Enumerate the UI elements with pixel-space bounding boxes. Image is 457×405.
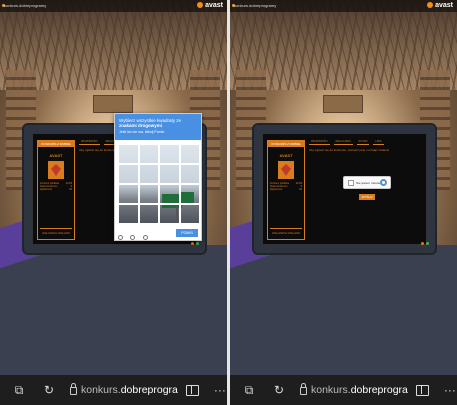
reload-icon[interactable]: ↻ [272, 383, 286, 397]
tablet-screen: KONKURS Z DOBRE AVAST Konkurs publikka 21… [262, 133, 427, 245]
captcha-image-grid[interactable] [118, 144, 200, 224]
tab-wiadomosci[interactable]: WIADOMOŚCI [309, 140, 330, 145]
indicator-dot [426, 242, 429, 245]
reload-icon[interactable]: ↻ [42, 383, 56, 397]
captcha-subtitle: Jeśli ich nie ma, kliknij Pomiń [119, 130, 165, 134]
tab-linki[interactable]: LINKI [373, 140, 384, 145]
captcha-tile[interactable] [159, 204, 180, 224]
captcha-instruction: Wybierz wszystkie kwadraty ze znakami dr… [119, 118, 197, 128]
tabs-icon[interactable]: ⧉ [242, 383, 256, 397]
avast-text: avast [205, 2, 223, 9]
captcha-tile[interactable] [138, 144, 159, 164]
device-indicators [419, 232, 429, 250]
sidebar-logo-text: AVAST [279, 153, 293, 158]
lock-icon [300, 383, 307, 395]
url-domain: dobreprogra [120, 384, 178, 396]
sidebar-title: KONKURS Z DOBRE [268, 141, 304, 147]
avast-text: avast [435, 2, 453, 9]
captcha-tile[interactable] [179, 164, 200, 184]
intro-text: Aby zgłosić się do konkursu, zaznacz pol… [309, 148, 390, 152]
captcha-tile[interactable] [179, 204, 200, 224]
browser-toolbar: ⧉ ↻ konkurs. dobreprogra ··· [0, 375, 227, 405]
zgloszenie-button[interactable]: ZGŁASZAJ ZGŁASZ [40, 228, 72, 235]
info-icon[interactable] [142, 235, 148, 241]
captcha-tile[interactable] [159, 184, 180, 204]
tabs-icon[interactable]: ⧉ [12, 383, 26, 397]
captcha-tile[interactable] [118, 184, 139, 204]
avast-logo: avast [197, 2, 223, 9]
stat-label: Zgłoszenie [40, 188, 53, 191]
captcha-skip-button[interactable]: POMIŃ [176, 229, 198, 237]
url-prefix: konkurs. [81, 384, 121, 396]
captcha-tile[interactable] [118, 144, 139, 164]
page-header: konkurs.dobreprogramy avast [230, 0, 457, 12]
browser-toolbar: ⧉ ↻ konkurs. dobreprogra ··· [230, 375, 457, 405]
captcha-tile[interactable] [138, 164, 159, 184]
stat-row: Zgłoszenie 84 [38, 188, 74, 191]
recaptcha-checkbox[interactable] [348, 180, 354, 186]
site-name: konkurs.dobreprogramy [4, 3, 47, 8]
more-icon[interactable]: ··· [443, 383, 457, 397]
stat-value: 84 [299, 188, 302, 191]
game-sidebar: KONKURS Z DOBRE AVAST Konkurs publikka 21… [267, 140, 305, 240]
tab-regulamin[interactable]: REGULAMIN [333, 140, 353, 145]
tablet-device: KONKURS Z DOBRE AVAST Konkurs publikka 21… [252, 123, 437, 255]
address-bar[interactable]: konkurs. dobreprogra [300, 383, 408, 396]
page-header: konkurs.dobreprogramy avast [0, 0, 227, 12]
captcha-footer: POMIŃ [118, 229, 198, 241]
captcha-tile[interactable] [138, 184, 159, 204]
more-icon[interactable]: ··· [213, 383, 227, 397]
zgloszenie-button[interactable]: ZGŁASZAJ ZGŁASZ [270, 228, 302, 235]
indicator-dot [421, 242, 424, 245]
reload-icon[interactable] [118, 235, 123, 241]
reading-view-icon[interactable] [415, 384, 429, 396]
indicator-dot [191, 242, 194, 245]
address-bar[interactable]: konkurs. dobreprogra [70, 383, 178, 396]
captcha-header: Wybierz wszystkie kwadraty ze znakami dr… [115, 114, 201, 140]
indicator-dot [196, 242, 199, 245]
captcha-challenge: Wybierz wszystkie kwadraty ze znakami dr… [114, 113, 202, 241]
game-sidebar: KONKURS Z DOBRE AVAST Konkurs publikka 21… [37, 140, 75, 240]
captcha-tile[interactable] [138, 204, 159, 224]
reading-view-icon[interactable] [185, 384, 199, 396]
shield-icon [48, 161, 64, 179]
shield-icon [278, 161, 294, 179]
url-domain: dobreprogra [350, 384, 408, 396]
captcha-tile[interactable] [159, 164, 180, 184]
lock-icon [70, 383, 77, 395]
captcha-tile[interactable] [118, 204, 139, 224]
captcha-target: znakami drogowymi [119, 123, 163, 128]
send-button[interactable]: WYŚLIJ [359, 194, 375, 200]
hanging-sign [323, 95, 363, 113]
avast-logo: avast [427, 2, 453, 9]
stat-row: Zgłoszenie 84 [268, 188, 304, 191]
avast-icon [197, 2, 204, 9]
screenshot-panel-left: konkurs.dobreprogramy avast KONKURS Z DO… [0, 0, 227, 405]
tab-wiadomosci[interactable]: WIADOMOŚCI [79, 140, 100, 145]
sidebar-title: KONKURS Z DOBRE [38, 141, 74, 147]
url-prefix: konkurs. [311, 384, 351, 396]
sidebar-logo-text: AVAST [49, 153, 63, 158]
captcha-tile[interactable] [159, 144, 180, 164]
avast-icon [427, 2, 434, 9]
hanging-sign [93, 95, 133, 113]
recaptcha-checkbox-widget[interactable]: Nie jestem robotem [343, 176, 391, 189]
captcha-tile[interactable] [118, 164, 139, 184]
captcha-tile[interactable] [179, 144, 200, 164]
tab-wyniki[interactable]: WYNIKI [356, 140, 370, 145]
screenshot-panel-right: konkurs.dobreprogramy avast KONKURS Z DO… [230, 0, 457, 405]
stat-value: 84 [69, 188, 72, 191]
captcha-tile[interactable] [179, 184, 200, 204]
audio-icon[interactable] [130, 235, 136, 241]
recaptcha-icon [380, 179, 387, 186]
stat-label: Zgłoszenie [270, 188, 283, 191]
recaptcha-label: Nie jestem robotem [356, 181, 383, 185]
site-name: konkurs.dobreprogramy [234, 3, 277, 8]
content-tabs: WIADOMOŚCI REGULAMIN WYNIKI LINKI [309, 140, 422, 145]
